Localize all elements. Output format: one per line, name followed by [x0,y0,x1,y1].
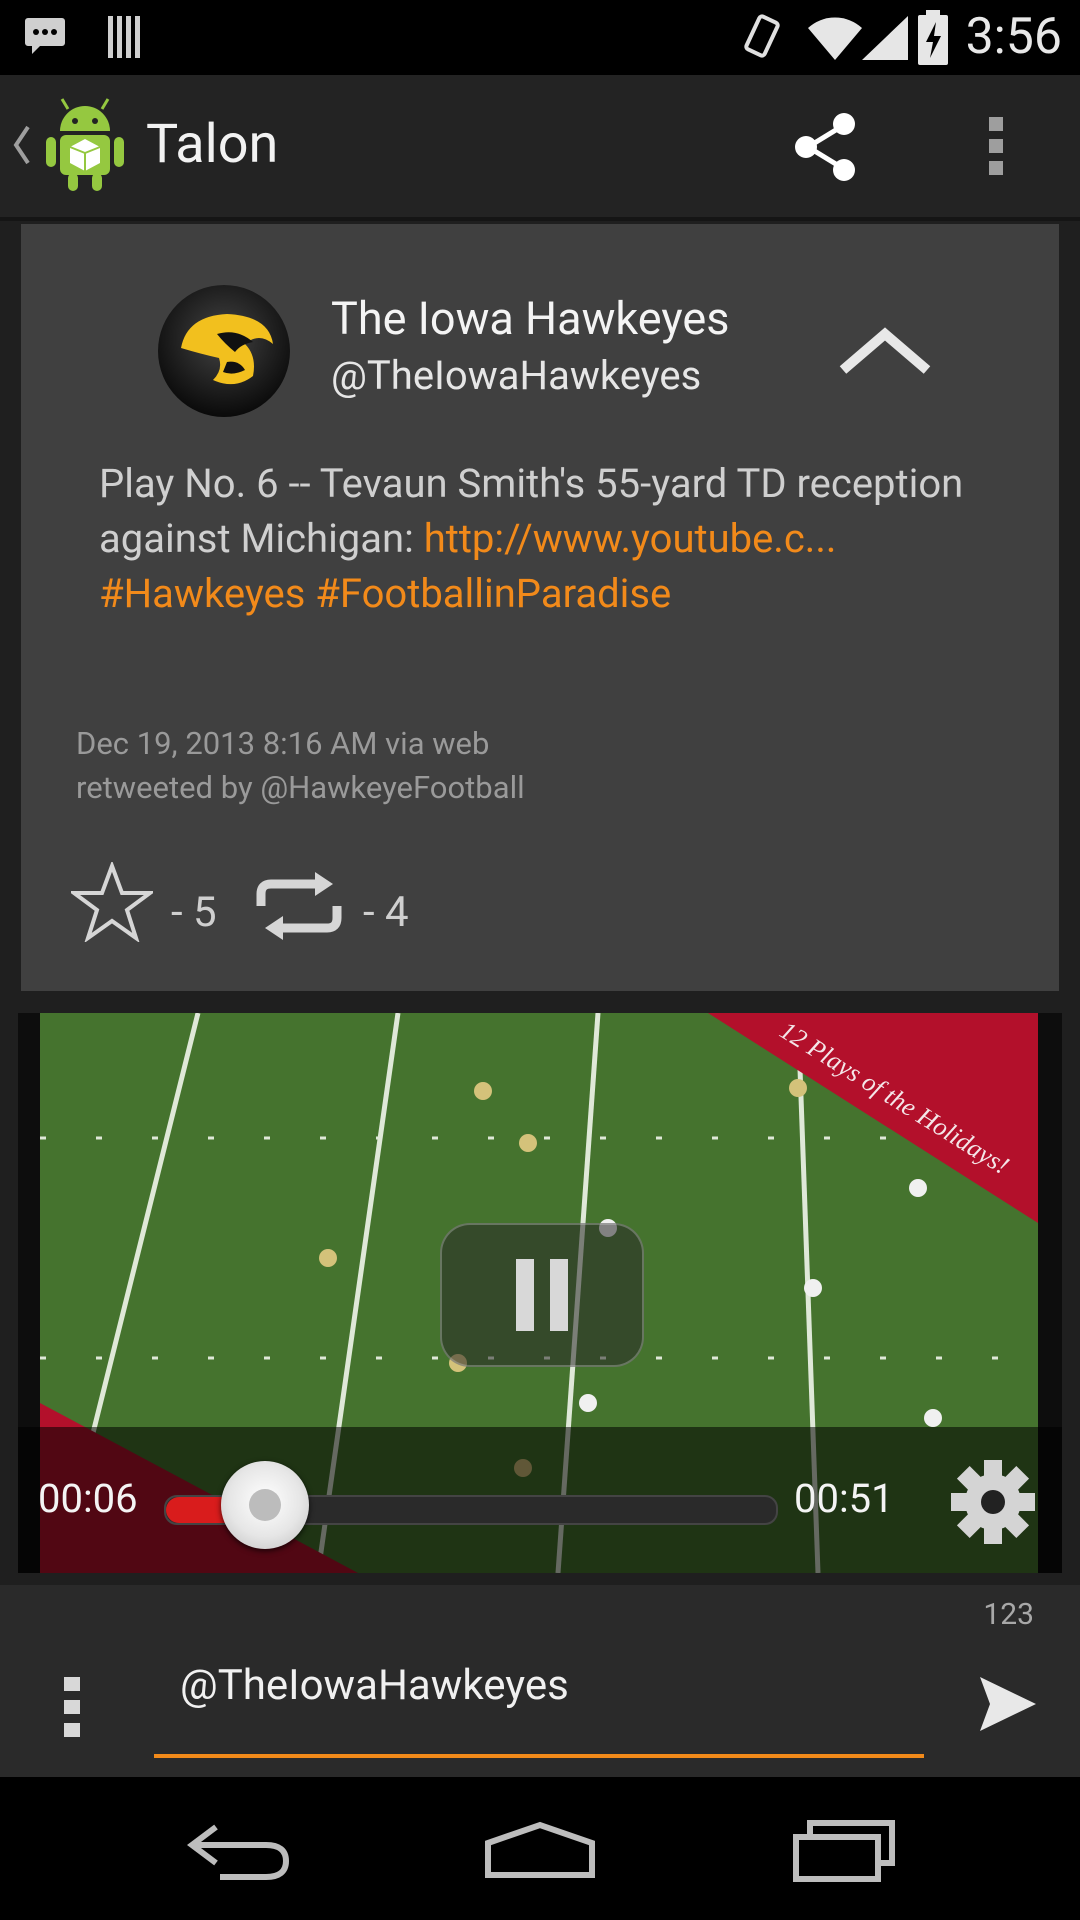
reply-input-underline [154,1754,924,1758]
status-time: 3:56 [965,8,1062,66]
action-bar: Talon [0,75,1080,221]
back-icon[interactable] [186,1821,292,1881]
wifi-icon [808,17,862,60]
favorite-star-icon[interactable] [71,862,153,942]
up-button[interactable] [0,93,140,203]
status-bar: 3:56 [0,0,1080,75]
video-current-time: 00:06 [38,1475,138,1522]
recents-icon[interactable] [792,1817,896,1883]
collapse-chevron-icon[interactable] [837,324,933,378]
compose-overflow-icon[interactable] [62,1675,82,1739]
seek-thumb[interactable] [221,1461,309,1549]
user-name: The Iowa Hawkeyes [331,292,730,345]
back-chevron-icon [13,125,30,165]
tweet-date: Dec 19, 2013 8:16 AM via web [76,725,490,762]
navigation-bar [0,1777,1080,1920]
hashtag-hawkeyes[interactable]: #Hawkeyes [99,570,305,617]
video-player[interactable]: 12 Plays of the Holidays! 00:06 00:51 [18,1013,1062,1573]
char-count: 123 [983,1597,1034,1632]
share-icon[interactable] [790,111,860,183]
retweet-icon[interactable] [253,868,345,944]
profile-avatar[interactable] [157,284,291,418]
battery-icon [918,10,948,65]
app-title: Talon [146,113,279,176]
retweet-count: - 4 [363,888,409,937]
android-app-icon [46,98,124,191]
user-handle: @TheIowaHawkeyes [331,352,702,399]
reply-input-value: @TheIowaHawkeyes [180,1661,569,1710]
signal-icon [862,16,908,60]
video-controls: 00:06 00:51 [18,1427,1062,1573]
send-icon[interactable] [976,1673,1040,1735]
overflow-icon[interactable] [986,115,1008,179]
talk-icon [25,18,65,54]
pause-icon [516,1259,568,1331]
rotate-icon [744,14,780,58]
reply-input[interactable]: @TheIowaHawkeyes [154,1661,924,1758]
compose-bar: 123 @TheIowaHawkeyes [0,1585,1080,1777]
barcode-icon [108,16,140,58]
tweet-meta: Dec 19, 2013 8:16 AM via web retweeted b… [76,722,525,810]
pause-button[interactable] [440,1223,644,1367]
settings-gear-icon[interactable] [948,1457,1038,1547]
tweet-link[interactable]: http://www.youtube.c... [424,515,837,562]
retweeted-by: retweeted by @HawkeyeFootball [76,769,525,806]
video-duration: 00:51 [794,1475,894,1522]
home-icon[interactable] [484,1821,596,1879]
tweet-card: The Iowa Hawkeyes @TheIowaHawkeyes Play … [21,224,1059,991]
tweet-text: Play No. 6 -- Tevaun Smith's 55-yard TD … [99,456,979,621]
favorite-count: - 5 [171,888,217,937]
hashtag-footballinparadise[interactable]: #FootballinParadise [315,570,671,617]
